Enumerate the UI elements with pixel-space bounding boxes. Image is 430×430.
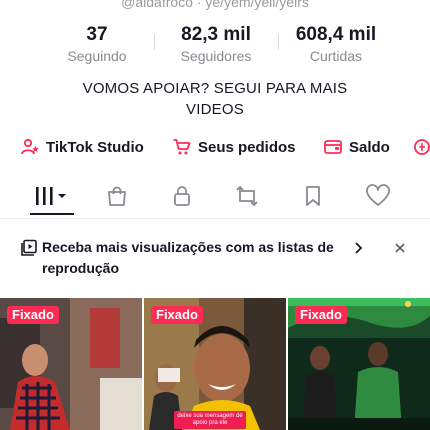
chevron-right-icon[interactable] — [352, 241, 366, 255]
tab-videos[interactable] — [30, 176, 76, 216]
stat-followers-value: 82,3 mil — [181, 24, 251, 45]
heart-icon — [366, 184, 390, 206]
video-thumbnail[interactable]: Fixado — [0, 298, 142, 430]
playlist-promo-banner[interactable]: Receba mais visualizações com as listas … — [0, 232, 430, 288]
close-icon[interactable] — [393, 241, 407, 255]
profile-handle: @aldafroco · ye/yem/yell/yelrs — [121, 0, 309, 10]
active-tab-indicator — [30, 213, 74, 215]
tiktok-studio-label: TikTok Studio — [46, 138, 144, 156]
gift-icon — [414, 139, 430, 155]
cart-icon — [173, 139, 191, 155]
stat-following-label: Seguindo — [67, 48, 127, 64]
video-thumbnail[interactable]: Fixado — [288, 298, 430, 430]
stat-followers-label: Seguidores — [180, 48, 252, 64]
balance-link[interactable]: Saldo — [323, 134, 390, 160]
pinned-badge: Fixado — [7, 306, 59, 324]
orders-label: Seus pedidos — [198, 138, 296, 156]
stat-followers[interactable]: 82,3 mil Seguidores — [166, 24, 266, 66]
tab-shop[interactable] — [92, 176, 142, 216]
bio-line-2: VIDEOS — [186, 101, 244, 118]
stat-divider — [278, 34, 279, 50]
stat-likes[interactable]: 608,4 mil Curtidas — [284, 24, 388, 66]
tab-favorites[interactable] — [288, 176, 338, 216]
promo-text: Receba mais visualizações com as listas … — [42, 239, 334, 276]
balance-label: Saldo — [349, 138, 390, 156]
profile-links: TikTok Studio Seus pedidos Saldo — [0, 134, 430, 160]
orders-link[interactable]: Seus pedidos — [172, 134, 296, 160]
video-caption: deixe sua mensagem de apoio pra ele — [174, 411, 246, 429]
pinned-badge: Fixado — [151, 306, 203, 324]
profile-tabs — [0, 176, 430, 218]
stats-row: 37 Seguindo 82,3 mil Seguidores 608,4 mi… — [0, 24, 430, 68]
stat-divider — [154, 34, 155, 50]
repost-icon — [236, 185, 258, 207]
stat-following[interactable]: 37 Seguindo — [52, 24, 142, 66]
shopping-bag-icon — [108, 186, 126, 206]
tabs-divider — [0, 218, 430, 219]
tab-liked[interactable] — [353, 176, 403, 216]
person-star-icon — [21, 138, 39, 155]
wallet-icon — [324, 140, 342, 154]
stat-likes-value: 608,4 mil — [295, 24, 377, 45]
more-link[interactable] — [412, 134, 430, 160]
playlist-icon — [21, 239, 37, 256]
tab-private[interactable] — [157, 176, 207, 216]
profile-bio: VOMOS APOIAR? SEGUI PARA MAIS VIDEOS — [40, 78, 390, 120]
stat-likes-label: Curtidas — [309, 48, 363, 64]
stat-following-value: 37 — [86, 24, 108, 45]
bookmark-icon — [306, 186, 320, 206]
bio-line-1: VOMOS APOIAR? SEGUI PARA MAIS — [82, 80, 348, 97]
lock-icon — [174, 186, 190, 206]
pinned-badge: Fixado — [295, 306, 347, 324]
tab-reposts[interactable] — [222, 176, 272, 216]
video-thumbnail[interactable]: Fixado deixe sua mensagem de apoio pra e… — [144, 298, 286, 430]
tiktok-studio-link[interactable]: TikTok Studio — [20, 134, 144, 160]
video-grid: Fixado Fixado deixe sua mensagem de apoi… — [0, 298, 430, 430]
grid-icon — [36, 187, 66, 205]
